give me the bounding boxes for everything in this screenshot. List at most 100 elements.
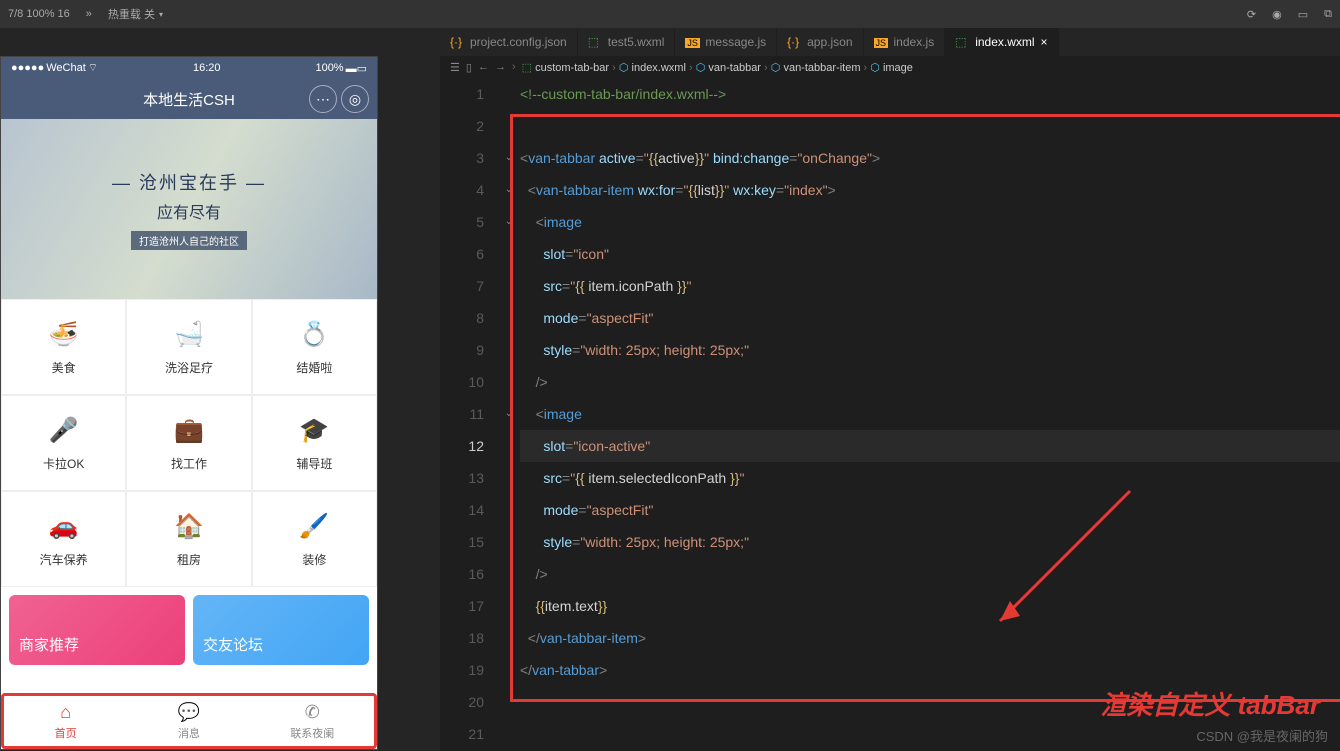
- simulator-pane: ●●●●● WeChat ⌔ 16:20 100% ▬▭ 本地生活CSH ⋯ ◎…: [0, 28, 440, 751]
- editor-tab[interactable]: {·}project.config.json: [440, 28, 578, 56]
- cell-icon: 💍: [298, 319, 330, 351]
- grid-cell-1[interactable]: 🛁 洗浴足疗: [126, 299, 251, 395]
- code-line[interactable]: <image: [520, 398, 1340, 430]
- tab-label: 消息: [178, 725, 200, 741]
- grid-cell-7[interactable]: 🏠租房: [126, 491, 251, 587]
- tab-1[interactable]: 💬 消息: [127, 696, 250, 746]
- code-line[interactable]: style="width: 25px; height: 25px;": [520, 334, 1340, 366]
- wifi-icon: ⌔: [88, 61, 98, 75]
- line-gutter: 123456789101112131415161718192021: [440, 78, 500, 750]
- tab-filename: test5.wxml: [608, 35, 665, 49]
- code-line[interactable]: mode="aspectFit": [520, 494, 1340, 526]
- grid-cell-5[interactable]: 🎓辅导班: [252, 395, 377, 491]
- cell-icon: 🍜: [48, 319, 80, 351]
- editor-tab[interactable]: {·}app.json: [777, 28, 863, 56]
- code-line[interactable]: <image: [520, 206, 1340, 238]
- hot-reload-toggle[interactable]: 热重载 关 ▾: [100, 6, 171, 22]
- code-line[interactable]: slot="icon": [520, 238, 1340, 270]
- tab-icon: 💬: [178, 702, 200, 723]
- code-line[interactable]: {{item.text}}: [520, 590, 1340, 622]
- tab-icon: ⌂: [60, 702, 71, 723]
- cell-label: 卡拉OK: [43, 455, 84, 472]
- eye-icon[interactable]: ◉: [1264, 8, 1290, 21]
- grid-cell-6[interactable]: 🚗 汽车保养: [1, 491, 126, 587]
- fwd-icon[interactable]: →: [495, 61, 506, 73]
- grid-cell-8[interactable]: 🖌️装修: [252, 491, 377, 587]
- code-line[interactable]: />: [520, 366, 1340, 398]
- card-forum[interactable]: 交友论坛: [193, 595, 369, 665]
- cell-icon: 🛁: [173, 319, 205, 351]
- file-icon: {·}: [787, 35, 801, 49]
- code-editor[interactable]: 123456789101112131415161718192021 ⌄⌄⌄⌄ <…: [440, 78, 1340, 751]
- close-icon[interactable]: ◎: [341, 85, 369, 113]
- code-line[interactable]: </van-tabbar-item>: [520, 622, 1340, 654]
- devtools-topbar: 7/8 100% 16 » 热重载 关 ▾ ⟳ ◉ ▭ ⧉: [0, 0, 1340, 28]
- grid-cell-3[interactable]: 🎤 卡拉OK: [1, 395, 126, 491]
- grid-cell-2[interactable]: 💍结婚啦: [252, 299, 377, 395]
- cell-icon: 🚗: [48, 511, 80, 543]
- tab-filename: message.js: [705, 35, 766, 49]
- cell-icon: 🖌️: [298, 511, 330, 543]
- annotation-arrow: [980, 481, 1140, 641]
- phone-statusbar: ●●●●● WeChat ⌔ 16:20 100% ▬▭: [1, 57, 377, 79]
- code-line[interactable]: </van-tabbar>: [520, 654, 1340, 686]
- crumb-item[interactable]: ⬚ custom-tab-bar: [522, 62, 609, 74]
- code-body[interactable]: <!--custom-tab-bar/index.wxml--> <van-ta…: [520, 78, 1340, 750]
- back-icon[interactable]: ←: [478, 61, 489, 73]
- bookmark-icon[interactable]: ▯: [466, 61, 472, 74]
- tab-2[interactable]: ✆ 联系夜阑: [251, 696, 374, 746]
- cell-label: 汽车保养: [40, 551, 88, 568]
- editor-tab[interactable]: JS message.js: [675, 28, 777, 56]
- crumb-item[interactable]: ⬡ van-tabbar-item: [771, 62, 861, 74]
- file-icon: JS: [685, 35, 699, 49]
- card-merchant[interactable]: 商家推荐: [9, 595, 185, 665]
- code-line[interactable]: src="{{ item.iconPath }}": [520, 270, 1340, 302]
- code-line[interactable]: <!--custom-tab-bar/index.wxml-->: [520, 78, 1340, 110]
- code-line[interactable]: [520, 110, 1340, 142]
- file-icon: ⬚: [955, 35, 969, 49]
- code-line[interactable]: mode="aspectFit": [520, 302, 1340, 334]
- editor-tab[interactable]: JSindex.js: [864, 28, 946, 56]
- more-icon[interactable]: ⋯: [309, 85, 337, 113]
- code-line[interactable]: style="width: 25px; height: 25px;": [520, 526, 1340, 558]
- phone-simulator: ●●●●● WeChat ⌔ 16:20 100% ▬▭ 本地生活CSH ⋯ ◎…: [0, 56, 378, 750]
- grid-cell-0[interactable]: 🍜美食: [1, 299, 126, 395]
- list-icon[interactable]: ☰: [450, 61, 460, 74]
- code-line[interactable]: <van-tabbar-item wx:for="{{list}}" wx:ke…: [520, 174, 1340, 206]
- tab-0[interactable]: ⌂ 首页: [4, 696, 127, 746]
- promo-cards: 商家推荐 交友论坛: [1, 587, 377, 673]
- zoom-indicator: 7/8 100% 16: [0, 8, 78, 20]
- annotation-text: 渲染自定义 tabBar: [1100, 689, 1320, 721]
- cell-icon: 🎓: [298, 415, 330, 447]
- code-line[interactable]: src="{{ item.selectedIconPath }}": [520, 462, 1340, 494]
- app-navbar: 本地生活CSH ⋯ ◎: [1, 79, 377, 119]
- refresh-icon[interactable]: ⟳: [1239, 8, 1264, 21]
- chev-icon[interactable]: »: [78, 8, 100, 20]
- cell-label: 洗浴足疗: [165, 359, 213, 376]
- phone-icon[interactable]: ▭: [1290, 8, 1316, 21]
- file-icon: JS: [874, 35, 888, 49]
- crumb-item[interactable]: ⬡ van-tabbar: [696, 62, 761, 74]
- crumb-item[interactable]: ⬡ index.wxml: [619, 62, 686, 74]
- file-icon: {·}: [450, 35, 464, 49]
- custom-tabbar: ⌂ 首页 💬 消息 ✆ 联系夜阑: [1, 693, 377, 749]
- tab-icon: ✆: [305, 702, 320, 723]
- tab-label: 联系夜阑: [290, 725, 334, 741]
- window-icon[interactable]: ⧉: [1316, 8, 1340, 21]
- editor-tab[interactable]: ⬚test5.wxml: [578, 28, 676, 56]
- tab-close-icon[interactable]: ×: [1041, 35, 1048, 49]
- crumb-item[interactable]: ⬡ image: [870, 62, 913, 74]
- code-line[interactable]: <van-tabbar active="{{active}}" bind:cha…: [520, 142, 1340, 174]
- editor-pane: {·}project.config.json⬚test5.wxmlJSmessa…: [440, 28, 1340, 751]
- watermark: CSDN @我是夜阑的狗: [1196, 726, 1328, 745]
- tab-label: 首页: [55, 725, 77, 741]
- app-title: 本地生活CSH: [143, 89, 235, 110]
- editor-tab[interactable]: ⬚ index.wxml ×: [945, 28, 1058, 56]
- code-line[interactable]: slot="icon-active": [520, 430, 1340, 462]
- grid-cell-4[interactable]: 💼找工作: [126, 395, 251, 491]
- fold-gutter[interactable]: ⌄⌄⌄⌄: [500, 78, 518, 750]
- code-line[interactable]: />: [520, 558, 1340, 590]
- cell-icon: 🎤: [48, 415, 80, 447]
- banner-image[interactable]: — 沧州宝在手 — 应有尽有 打造沧州人自己的社区: [1, 119, 377, 299]
- tab-filename: index.wxml: [975, 35, 1034, 49]
